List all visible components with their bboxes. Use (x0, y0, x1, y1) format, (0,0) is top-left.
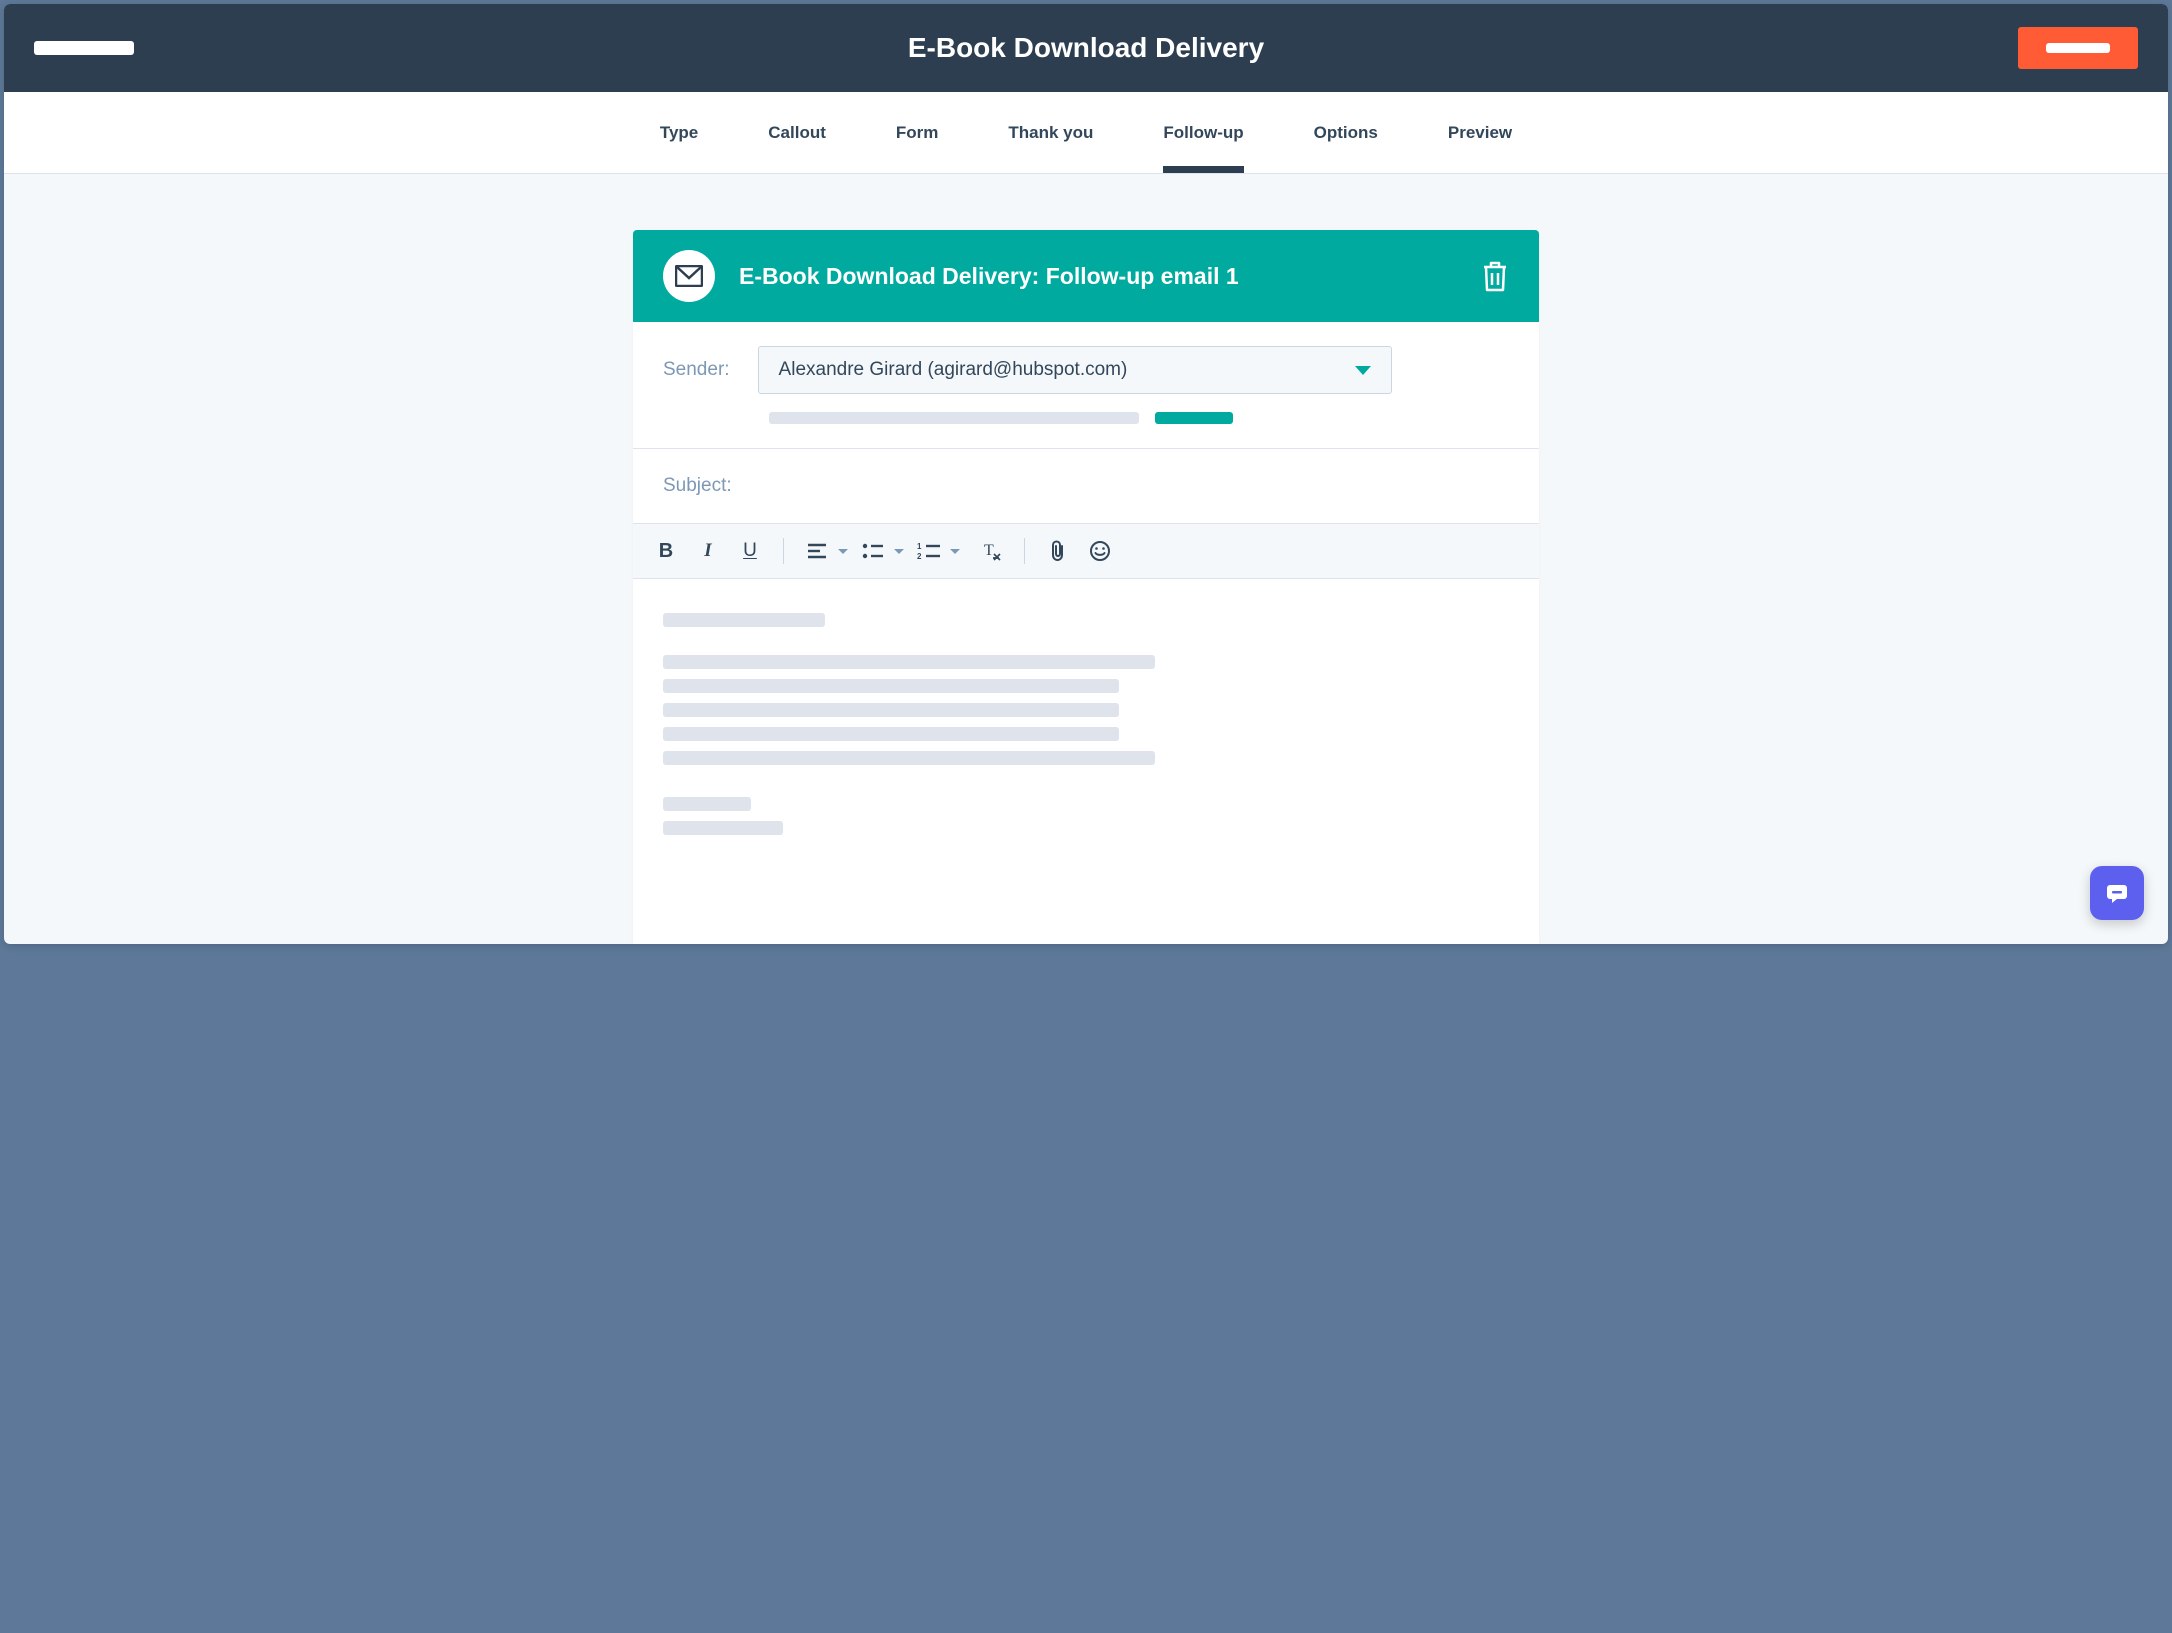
align-dropdown[interactable] (800, 534, 848, 568)
body-placeholder-line (663, 821, 783, 835)
subject-section: Subject: (633, 449, 1539, 524)
chevron-down-icon (1355, 366, 1371, 375)
tab-options[interactable]: Options (1314, 92, 1378, 173)
body-placeholder-line (663, 751, 1155, 765)
sender-hint-row (769, 412, 1509, 424)
toolbar-divider (1024, 538, 1025, 564)
svg-text:2: 2 (917, 552, 922, 559)
numbered-icon: 1 2 (912, 534, 946, 568)
page-title: E-Book Download Delivery (908, 32, 1264, 64)
content-area: E-Book Download Delivery: Follow-up emai… (4, 174, 2168, 944)
delete-button[interactable] (1481, 260, 1509, 292)
tab-thank-you[interactable]: Thank you (1008, 92, 1093, 173)
body-placeholder-line (663, 655, 1155, 669)
bold-button[interactable]: B (649, 534, 683, 568)
bullet-list-dropdown[interactable] (856, 534, 904, 568)
emoji-button[interactable] (1083, 534, 1117, 568)
svg-text:1: 1 (917, 543, 922, 551)
attachment-button[interactable] (1041, 534, 1075, 568)
primary-cta-button[interactable] (2018, 27, 2138, 69)
card-header: E-Book Download Delivery: Follow-up emai… (633, 230, 1539, 322)
sender-label: Sender: (663, 359, 730, 381)
body-placeholder-line (663, 727, 1119, 741)
svg-text:T: T (984, 542, 994, 559)
align-icon (800, 534, 834, 568)
chevron-down-icon (894, 549, 904, 554)
tab-follow-up[interactable]: Follow-up (1163, 92, 1243, 173)
hint-text-placeholder (769, 412, 1139, 424)
cta-label-placeholder (2046, 43, 2110, 53)
header-bar: E-Book Download Delivery (4, 4, 2168, 92)
sender-row: Sender: Alexandre Girard (agirard@hubspo… (663, 346, 1509, 394)
editor-toolbar: B I U (633, 524, 1539, 579)
body-placeholder-line (663, 797, 751, 811)
body-placeholder-line (663, 679, 1119, 693)
chat-icon (2104, 881, 2130, 905)
toolbar-divider (783, 538, 784, 564)
mail-icon (663, 250, 715, 302)
sender-dropdown[interactable]: Alexandre Girard (agirard@hubspot.com) (758, 346, 1392, 394)
tab-callout[interactable]: Callout (768, 92, 826, 173)
tab-form[interactable]: Form (896, 92, 939, 173)
clear-format-button[interactable]: T (974, 534, 1008, 568)
bullets-icon (856, 534, 890, 568)
tabs-nav: Type Callout Form Thank you Follow-up Op… (4, 92, 2168, 174)
body-placeholder-line (663, 703, 1119, 717)
logo-placeholder (34, 41, 134, 55)
app-window: E-Book Download Delivery Type Callout Fo… (4, 4, 2168, 944)
card-title: E-Book Download Delivery: Follow-up emai… (739, 263, 1457, 290)
sender-value: Alexandre Girard (agirard@hubspot.com) (779, 359, 1128, 381)
subject-label: Subject: (663, 475, 1509, 497)
body-placeholder-line (663, 613, 825, 627)
tab-preview[interactable]: Preview (1448, 92, 1512, 173)
underline-button[interactable]: U (733, 534, 767, 568)
sender-section: Sender: Alexandre Girard (agirard@hubspo… (633, 322, 1539, 449)
italic-button[interactable]: I (691, 534, 725, 568)
email-body-editor[interactable] (633, 579, 1539, 835)
chevron-down-icon (838, 549, 848, 554)
numbered-list-dropdown[interactable]: 1 2 (912, 534, 960, 568)
tab-type[interactable]: Type (660, 92, 698, 173)
chevron-down-icon (950, 549, 960, 554)
chat-widget-button[interactable] (2090, 866, 2144, 920)
email-card: E-Book Download Delivery: Follow-up emai… (633, 230, 1539, 944)
hint-link-placeholder[interactable] (1155, 412, 1233, 424)
